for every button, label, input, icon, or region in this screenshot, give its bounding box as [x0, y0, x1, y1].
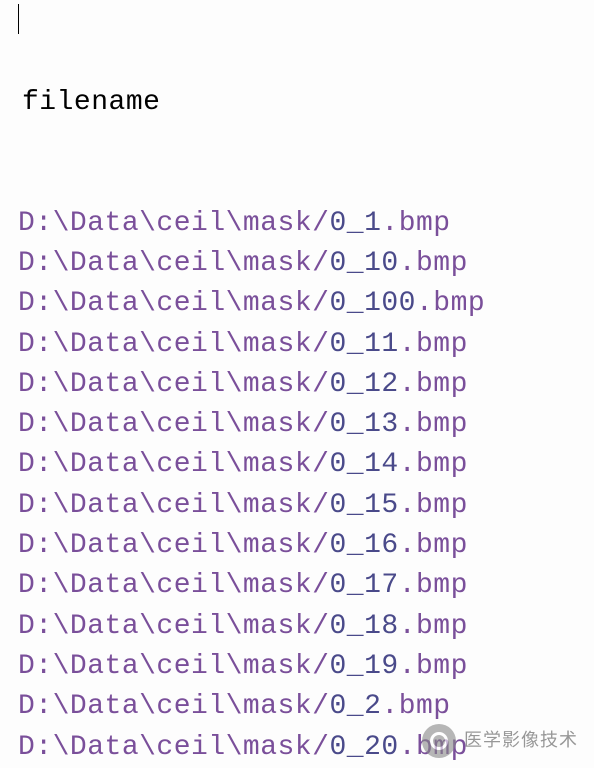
file-number: 14 [364, 449, 399, 480]
file-row: D:\Data\ceil\mask/0_12.bmp [18, 365, 594, 405]
file-stem: 0 [329, 288, 346, 319]
file-stem: 0 [329, 651, 346, 682]
file-path-prefix: D:\Data\ceil\mask/ [18, 530, 329, 561]
file-number: 18 [364, 611, 399, 642]
file-stem: 0 [329, 409, 346, 440]
file-extension: .bmp [399, 611, 468, 642]
underscore: _ [347, 490, 364, 521]
file-extension: .bmp [399, 409, 468, 440]
file-extension: .bmp [399, 490, 468, 521]
underscore: _ [347, 691, 364, 722]
file-row: D:\Data\ceil\mask/0_15.bmp [18, 486, 594, 526]
column-header-filename: filename [18, 83, 594, 123]
file-stem: 0 [329, 691, 346, 722]
file-path-prefix: D:\Data\ceil\mask/ [18, 449, 329, 480]
text-cursor [18, 4, 19, 34]
file-path-prefix: D:\Data\ceil\mask/ [18, 691, 329, 722]
file-row: D:\Data\ceil\mask/0_17.bmp [18, 566, 594, 606]
file-number: 20 [364, 732, 399, 763]
file-stem: 0 [329, 248, 346, 279]
file-number: 13 [364, 409, 399, 440]
file-path-prefix: D:\Data\ceil\mask/ [18, 732, 329, 763]
file-row: D:\Data\ceil\mask/0_11.bmp [18, 325, 594, 365]
file-number: 12 [364, 369, 399, 400]
file-stem: 0 [329, 732, 346, 763]
underscore: _ [347, 329, 364, 360]
file-path-prefix: D:\Data\ceil\mask/ [18, 369, 329, 400]
file-listing: filename D:\Data\ceil\mask/0_1.bmpD:\Dat… [18, 2, 594, 768]
file-stem: 0 [329, 208, 346, 239]
file-path-prefix: D:\Data\ceil\mask/ [18, 208, 329, 239]
file-path-prefix: D:\Data\ceil\mask/ [18, 288, 329, 319]
underscore: _ [347, 530, 364, 561]
file-number: 1 [364, 208, 381, 239]
file-row: D:\Data\ceil\mask/0_16.bmp [18, 526, 594, 566]
file-row: D:\Data\ceil\mask/0_10.bmp [18, 244, 594, 284]
file-stem: 0 [329, 449, 346, 480]
file-stem: 0 [329, 611, 346, 642]
file-number: 19 [364, 651, 399, 682]
file-stem: 0 [329, 329, 346, 360]
file-extension: .bmp [399, 651, 468, 682]
underscore: _ [347, 611, 364, 642]
file-number: 10 [364, 248, 399, 279]
file-extension: .bmp [399, 248, 468, 279]
underscore: _ [347, 288, 364, 319]
file-extension: .bmp [416, 288, 485, 319]
file-path-prefix: D:\Data\ceil\mask/ [18, 248, 329, 279]
underscore: _ [347, 208, 364, 239]
file-path-prefix: D:\Data\ceil\mask/ [18, 651, 329, 682]
file-number: 15 [364, 490, 399, 521]
underscore: _ [347, 409, 364, 440]
file-extension: .bmp [399, 732, 468, 763]
underscore: _ [347, 369, 364, 400]
file-extension: .bmp [381, 208, 450, 239]
file-extension: .bmp [399, 570, 468, 601]
file-extension: .bmp [399, 530, 468, 561]
file-path-prefix: D:\Data\ceil\mask/ [18, 570, 329, 601]
file-stem: 0 [329, 369, 346, 400]
file-stem: 0 [329, 490, 346, 521]
file-path-prefix: D:\Data\ceil\mask/ [18, 490, 329, 521]
file-number: 100 [364, 288, 416, 319]
underscore: _ [347, 449, 364, 480]
underscore: _ [347, 248, 364, 279]
file-row: D:\Data\ceil\mask/0_20.bmp [18, 728, 594, 768]
underscore: _ [347, 570, 364, 601]
file-row: D:\Data\ceil\mask/0_100.bmp [18, 284, 594, 324]
file-row: D:\Data\ceil\mask/0_13.bmp [18, 405, 594, 445]
file-number: 16 [364, 530, 399, 561]
file-row: D:\Data\ceil\mask/0_18.bmp [18, 607, 594, 647]
file-extension: .bmp [399, 369, 468, 400]
file-number: 2 [364, 691, 381, 722]
file-row: D:\Data\ceil\mask/0_14.bmp [18, 445, 594, 485]
file-path-prefix: D:\Data\ceil\mask/ [18, 409, 329, 440]
file-stem: 0 [329, 570, 346, 601]
file-extension: .bmp [399, 329, 468, 360]
file-extension: .bmp [399, 449, 468, 480]
underscore: _ [347, 732, 364, 763]
file-row: D:\Data\ceil\mask/0_1.bmp [18, 204, 594, 244]
file-row: D:\Data\ceil\mask/0_19.bmp [18, 647, 594, 687]
file-number: 17 [364, 570, 399, 601]
file-path-prefix: D:\Data\ceil\mask/ [18, 611, 329, 642]
file-number: 11 [364, 329, 399, 360]
file-stem: 0 [329, 530, 346, 561]
file-row: D:\Data\ceil\mask/0_2.bmp [18, 687, 594, 727]
file-extension: .bmp [381, 691, 450, 722]
file-path-prefix: D:\Data\ceil\mask/ [18, 329, 329, 360]
underscore: _ [347, 651, 364, 682]
